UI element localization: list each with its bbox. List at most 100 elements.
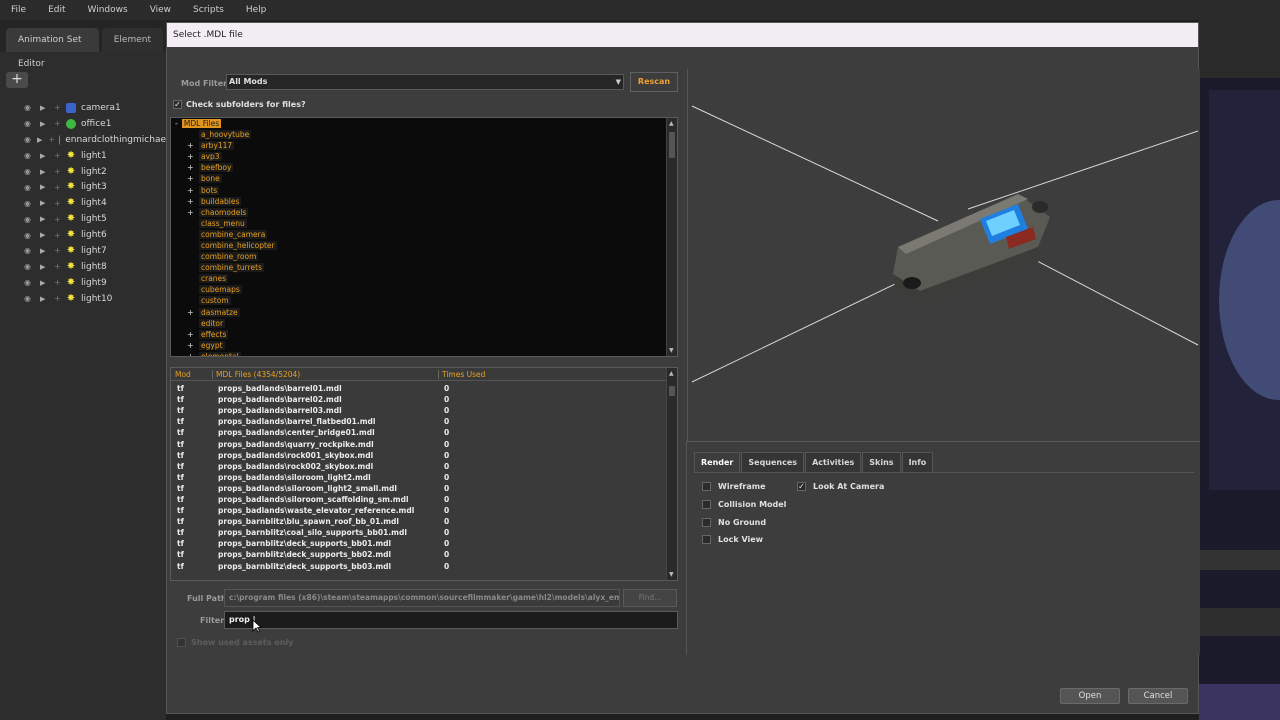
- expand-arrow-icon[interactable]: ▶: [40, 295, 48, 303]
- expand-arrow-icon[interactable]: ▶: [37, 136, 42, 144]
- expand-arrow-icon[interactable]: ▶: [40, 263, 48, 271]
- wireframe-checkbox[interactable]: [702, 482, 711, 491]
- rescan-button[interactable]: Rescan: [630, 72, 678, 92]
- eye-icon[interactable]: ◉: [24, 119, 34, 128]
- tab-element[interactable]: Element: [101, 28, 163, 52]
- table-row[interactable]: tf props_barnblitz\coal_silo_supports_bb0…: [171, 527, 677, 538]
- tree-root[interactable]: - MDL Files: [171, 118, 677, 129]
- expand-plus-icon[interactable]: +: [187, 141, 199, 150]
- filter-input[interactable]: prop |: [224, 611, 678, 629]
- table-row[interactable]: tf props_badlands\siloroom_light2.mdl 0: [171, 472, 677, 483]
- lock-view-checkbox[interactable]: [702, 535, 711, 544]
- find-button[interactable]: Find...: [623, 589, 677, 607]
- expand-plus-icon[interactable]: +: [187, 208, 199, 217]
- scene-item[interactable]: ◉ ▶ + ✸ light8: [0, 259, 166, 275]
- tree-folder[interactable]: + egypt: [171, 340, 677, 351]
- tree-folder[interactable]: class_menu: [171, 218, 677, 229]
- eye-icon[interactable]: ◉: [24, 215, 34, 224]
- scene-item[interactable]: ◉ ▶ + ✸ light7: [0, 243, 166, 259]
- eye-icon[interactable]: ◉: [24, 294, 34, 303]
- option-look-at-camera[interactable]: ✓ Look At Camera: [797, 482, 884, 491]
- scroll-thumb[interactable]: [669, 132, 675, 158]
- tree-folder[interactable]: combine_camera: [171, 229, 677, 240]
- scene-item[interactable]: ◉ ▶ + ✸ light6: [0, 227, 166, 243]
- scene-item[interactable]: ◉ ▶ + ✸ light9: [0, 275, 166, 291]
- tab-activities[interactable]: Activities: [805, 452, 862, 472]
- table-row[interactable]: tf props_barnblitz\blu_spawn_roof_bb_01.m…: [171, 516, 677, 527]
- cancel-button[interactable]: Cancel: [1128, 688, 1188, 704]
- eye-icon[interactable]: ◉: [24, 231, 34, 240]
- eye-icon[interactable]: ◉: [24, 262, 34, 271]
- scene-item[interactable]: ◉ ▶ + camera1: [0, 100, 166, 116]
- expand-arrow-icon[interactable]: ▶: [40, 152, 48, 160]
- expand-arrow-icon[interactable]: ▶: [40, 120, 48, 128]
- eye-icon[interactable]: ◉: [24, 135, 31, 144]
- option-wireframe[interactable]: Wireframe: [702, 482, 766, 491]
- menu-scripts[interactable]: Scripts: [182, 5, 235, 15]
- expand-arrow-icon[interactable]: ▶: [40, 231, 48, 239]
- table-row[interactable]: tf props_badlands\waste_elevator_referenc…: [171, 505, 677, 516]
- eye-icon[interactable]: ◉: [24, 199, 34, 208]
- show-used-checkbox[interactable]: [177, 638, 186, 647]
- header-times-used[interactable]: Times Used: [439, 370, 539, 379]
- table-row[interactable]: tf props_badlands\barrel01.mdl 0: [171, 383, 677, 394]
- scroll-thumb[interactable]: [669, 386, 675, 396]
- model-preview-viewport[interactable]: [687, 69, 1200, 441]
- option-lock-view[interactable]: Lock View: [702, 535, 763, 544]
- tree-folder[interactable]: + bots: [171, 184, 677, 195]
- mod-filter-select[interactable]: All Mods ▼: [226, 74, 624, 90]
- tree-folder[interactable]: a_hoovytube: [171, 129, 677, 140]
- eye-icon[interactable]: ◉: [24, 183, 34, 192]
- collision-model-checkbox[interactable]: [702, 500, 711, 509]
- table-row[interactable]: tf props_badlands\rock001_skybox.mdl 0: [171, 450, 677, 461]
- look-at-camera-checkbox[interactable]: ✓: [797, 482, 806, 491]
- tree-folder[interactable]: + elemental: [171, 351, 677, 356]
- open-button[interactable]: Open: [1060, 688, 1120, 704]
- table-row[interactable]: tf props_badlands\barrel03.mdl 0: [171, 405, 677, 416]
- eye-icon[interactable]: ◉: [24, 278, 34, 287]
- scene-item[interactable]: ◉ ▶ + ✸ light4: [0, 195, 166, 211]
- expand-plus-icon[interactable]: +: [187, 174, 199, 183]
- scene-item[interactable]: ◉ ▶ + ✸ light10: [0, 291, 166, 307]
- tree-folder[interactable]: + buildables: [171, 196, 677, 207]
- table-row[interactable]: tf props_badlands\rock002_skybox.mdl 0: [171, 461, 677, 472]
- full-path-field[interactable]: c:\program files (x86)\steam\steamapps\c…: [224, 589, 620, 607]
- scene-item[interactable]: ◉ ▶ + office1: [0, 116, 166, 132]
- menu-file[interactable]: File: [0, 5, 37, 15]
- tree-folder[interactable]: + bone: [171, 173, 677, 184]
- scene-item[interactable]: ◉ ▶ + ✸ light1: [0, 148, 166, 164]
- option-collision-model[interactable]: Collision Model: [702, 500, 786, 509]
- table-row[interactable]: tf props_barnblitz\deck_supports_bb03.mdl…: [171, 561, 677, 572]
- table-row[interactable]: tf props_barnblitz\deck_supports_bb02.mdl…: [171, 549, 677, 560]
- table-row[interactable]: tf props_badlands\siloroom_scaffolding_sm…: [171, 494, 677, 505]
- tree-folder[interactable]: editor: [171, 318, 677, 329]
- tree-folder[interactable]: cubemaps: [171, 284, 677, 295]
- table-row[interactable]: tf props_badlands\barrel02.mdl 0: [171, 394, 677, 405]
- menu-view[interactable]: View: [139, 5, 182, 15]
- menu-help[interactable]: Help: [235, 5, 278, 15]
- expand-plus-icon[interactable]: +: [187, 163, 199, 172]
- expand-arrow-icon[interactable]: ▶: [40, 247, 48, 255]
- eye-icon[interactable]: ◉: [24, 151, 34, 160]
- expand-plus-icon[interactable]: +: [187, 330, 199, 339]
- option-no-ground[interactable]: No Ground: [702, 518, 766, 527]
- tab-render[interactable]: Render: [694, 452, 741, 472]
- eye-icon[interactable]: ◉: [24, 246, 34, 255]
- menu-windows[interactable]: Windows: [77, 5, 139, 15]
- add-button[interactable]: +: [6, 72, 28, 88]
- files-scrollbar[interactable]: ▲ ▼: [666, 368, 677, 580]
- expand-arrow-icon[interactable]: ▶: [40, 183, 48, 191]
- tab-sequences[interactable]: Sequences: [741, 452, 805, 472]
- scroll-down-icon[interactable]: ▼: [669, 347, 674, 354]
- header-mdl-files[interactable]: MDL Files (4354/5204): [213, 369, 439, 379]
- tree-scrollbar[interactable]: ▲ ▼: [666, 118, 677, 356]
- expand-plus-icon[interactable]: +: [187, 341, 199, 350]
- expand-plus-icon[interactable]: +: [187, 308, 199, 317]
- tree-folder[interactable]: combine_helicopter: [171, 240, 677, 251]
- scroll-up-icon[interactable]: ▲: [669, 120, 674, 127]
- tree-folder[interactable]: + avp3: [171, 151, 677, 162]
- tree-folder[interactable]: combine_room: [171, 251, 677, 262]
- table-row[interactable]: tf props_barnblitz\deck_supports_bb01.mdl…: [171, 538, 677, 549]
- tab-skins[interactable]: Skins: [862, 452, 901, 472]
- scroll-down-icon[interactable]: ▼: [669, 571, 674, 578]
